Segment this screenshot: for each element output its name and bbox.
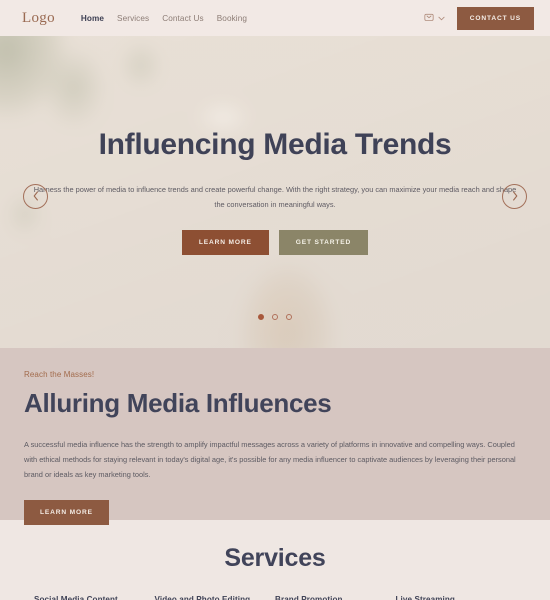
service-item-brand-promotion[interactable]: Brand Promotion	[275, 595, 396, 600]
carousel-next-button[interactable]	[502, 184, 527, 209]
chat-bubble-icon	[424, 13, 434, 23]
chevron-left-icon	[32, 188, 40, 206]
carousel-prev-button[interactable]	[23, 184, 48, 209]
services-title: Services	[224, 544, 326, 572]
main-navigation: Home Services Contact Us Booking	[81, 14, 247, 23]
hero-content: Influencing Media Trends Harness the pow…	[0, 36, 550, 348]
hero-learn-more-button[interactable]: LEARN MORE	[181, 230, 269, 256]
nav-item-home[interactable]: Home	[81, 14, 104, 23]
hero-subtitle: Harness the power of media to influence …	[33, 185, 517, 210]
feature-body-text: A successful media influence has the str…	[24, 440, 516, 480]
feature-title: Alluring Media Influences	[24, 388, 332, 418]
carousel-dot-3[interactable]	[286, 314, 292, 320]
site-header: Logo Home Services Contact Us Booking CO…	[0, 0, 550, 36]
carousel-indicators	[0, 314, 550, 320]
carousel-dot-1[interactable]	[258, 314, 264, 320]
feature-learn-more-button[interactable]: LEARN MORE	[24, 499, 109, 525]
services-list: Social Media Content Video and Photo Edi…	[0, 595, 550, 600]
feature-section: Reach the Masses! Alluring Media Influen…	[0, 348, 550, 525]
site-logo[interactable]: Logo	[22, 10, 55, 27]
hero-get-started-button[interactable]: GET STARTED	[278, 230, 369, 256]
services-section: Services Social Media Content Video and …	[0, 520, 550, 600]
feature-eyebrow: Reach the Masses!	[24, 370, 95, 379]
nav-item-contact-us[interactable]: Contact Us	[162, 14, 204, 23]
nav-item-services[interactable]: Services	[117, 14, 149, 23]
nav-item-booking[interactable]: Booking	[217, 14, 247, 23]
hero-title: Influencing Media Trends	[98, 128, 452, 161]
hero-buttons: LEARN MORE GET STARTED	[181, 230, 369, 256]
chevron-right-icon	[511, 188, 519, 206]
chevron-down-icon	[438, 16, 445, 21]
carousel-dot-2[interactable]	[272, 314, 278, 320]
hero-carousel: Influencing Media Trends Harness the pow…	[0, 36, 550, 348]
service-item-social-media-content[interactable]: Social Media Content	[34, 595, 155, 600]
service-item-live-streaming[interactable]: Live Streaming	[396, 595, 517, 600]
landing-page: Logo Home Services Contact Us Booking CO…	[0, 0, 550, 600]
language-selector[interactable]	[424, 13, 445, 23]
service-item-video-and-photo-editing[interactable]: Video and Photo Editing	[155, 595, 276, 600]
contact-us-button[interactable]: CONTACT US	[456, 6, 534, 30]
header-actions: CONTACT US	[424, 6, 534, 30]
